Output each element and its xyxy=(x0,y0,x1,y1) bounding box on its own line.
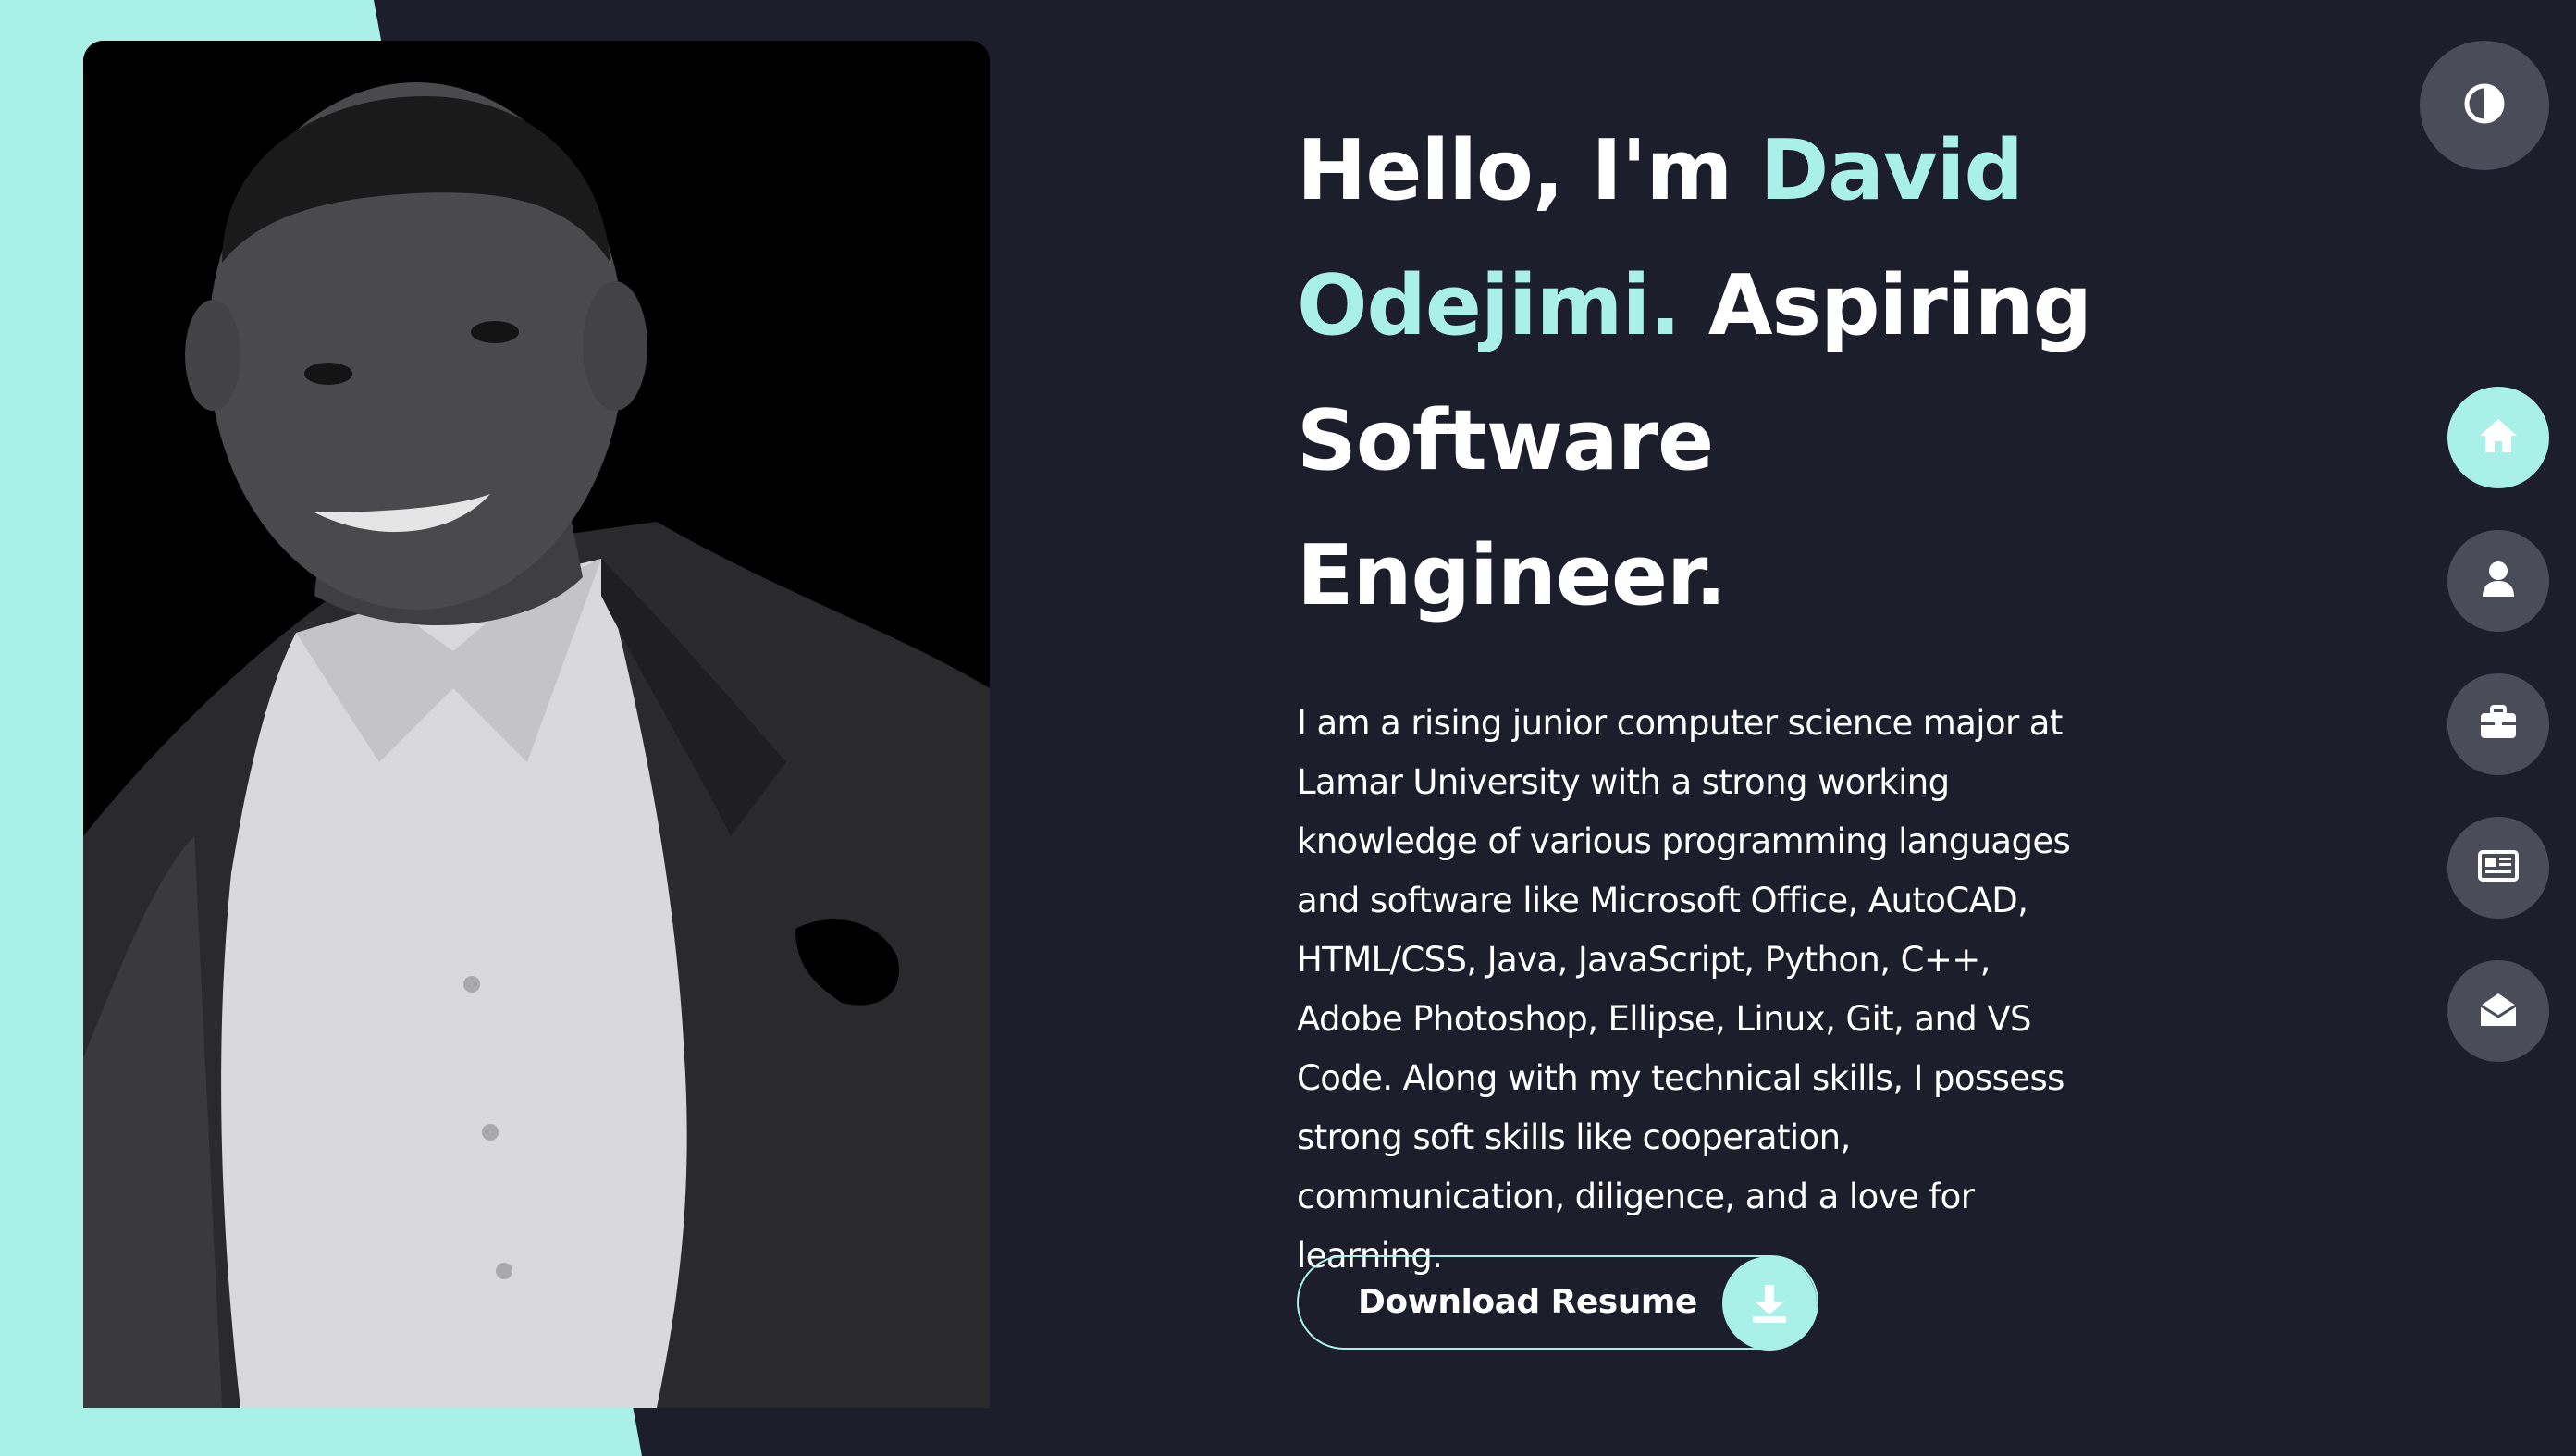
name-last: Odejimi. xyxy=(1297,257,1681,354)
role-line-1: Aspiring xyxy=(1707,257,2092,354)
theme-toggle-button[interactable] xyxy=(2420,41,2549,170)
home-icon xyxy=(2478,417,2519,458)
nav-about-button[interactable] xyxy=(2447,530,2549,632)
envelope-open-icon xyxy=(2479,991,2518,1031)
name-first: David xyxy=(1759,122,2024,219)
nav-contact-button[interactable] xyxy=(2447,960,2549,1062)
nav-blog-button[interactable] xyxy=(2447,817,2549,919)
newspaper-icon xyxy=(2478,850,2519,885)
nav-work-button[interactable] xyxy=(2447,673,2549,775)
profile-photo xyxy=(83,41,990,1408)
role-line-3: Engineer. xyxy=(1297,527,1727,624)
contrast-icon xyxy=(2463,82,2506,129)
download-resume-label: Download Resume xyxy=(1358,1283,1697,1321)
bio-paragraph: I am a rising junior computer science ma… xyxy=(1297,703,2071,1276)
download-resume-button[interactable]: Download Resume xyxy=(1297,1255,1818,1351)
user-icon xyxy=(2481,561,2516,601)
hero-section: Hello, I'm David Odejimi. Aspiring Softw… xyxy=(1297,104,2129,1286)
hero-headline: Hello, I'm David Odejimi. Aspiring Softw… xyxy=(1297,104,2129,644)
role-line-2: Software xyxy=(1297,392,1714,489)
download-icon xyxy=(1722,1256,1817,1351)
greeting-text: Hello, I'm xyxy=(1297,122,1760,219)
nav-home-button[interactable] xyxy=(2447,387,2549,488)
briefcase-icon xyxy=(2479,705,2518,744)
